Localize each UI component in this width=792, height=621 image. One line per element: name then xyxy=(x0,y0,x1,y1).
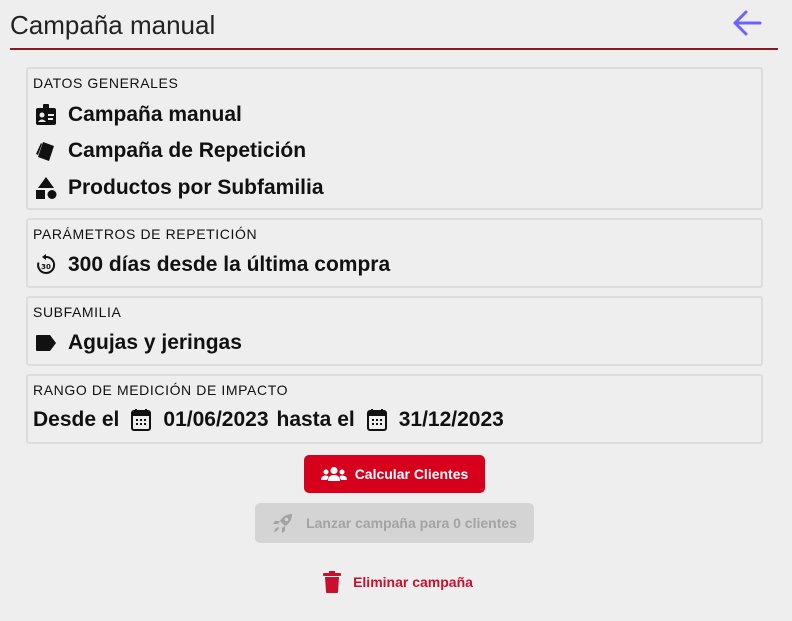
calcular-clientes-label: Calcular Clientes xyxy=(354,466,469,482)
eliminar-campana-label: Eliminar campaña xyxy=(353,574,473,590)
desde-date: 01/06/2023 xyxy=(163,408,269,431)
lanzar-campana-label: Lanzar campaña para 0 clientes xyxy=(306,515,517,531)
card-title: RANGO DE MEDICIÓN DE IMPACTO xyxy=(33,382,289,398)
lanzar-campana-button[interactable]: Lanzar campaña para 0 clientes xyxy=(255,503,534,543)
date-range-row: Desde el 01/06/2023 hasta el 31/12/2023 xyxy=(33,407,504,433)
eliminar-campana-button[interactable]: Eliminar campaña xyxy=(318,568,478,596)
products-row: Productos por Subfamilia xyxy=(34,175,324,201)
calendar-icon xyxy=(130,409,152,431)
campaign-type-row: Campaña de Repetición xyxy=(34,138,306,164)
card-title: SUBFAMILIA xyxy=(33,304,122,320)
subfamilia-row: Agujas y jeringas xyxy=(34,330,242,356)
page-title: Campaña manual xyxy=(10,10,216,40)
parametros-card: PARÁMETROS DE REPETICIÓN 30 300 días des… xyxy=(26,218,763,288)
calendar-icon xyxy=(366,409,388,431)
users-icon xyxy=(320,466,347,482)
products-label: Productos por Subfamilia xyxy=(68,176,324,199)
svg-text:30: 30 xyxy=(41,263,51,271)
arrow-left-icon xyxy=(732,10,762,41)
replay-30-icon: 30 xyxy=(34,253,58,277)
datos-generales-card: DATOS GENERALES Campaña manual Campaña d… xyxy=(26,67,763,210)
hasta-date: 31/12/2023 xyxy=(398,408,504,431)
repetition-row: 30 300 días desde la última compra xyxy=(34,252,390,278)
card-title: PARÁMETROS DE REPETICIÓN xyxy=(33,226,258,242)
hasta-label: hasta el xyxy=(276,408,355,431)
page-header: Campaña manual xyxy=(10,0,778,50)
rango-card: RANGO DE MEDICIÓN DE IMPACTO Desde el 01… xyxy=(26,374,763,444)
id-badge-icon xyxy=(34,103,58,127)
repetition-label: 300 días desde la última compra xyxy=(68,253,391,276)
campaign-type-label: Campaña de Repetición xyxy=(68,139,307,162)
rocket-icon xyxy=(272,512,294,534)
campaign-name-row: Campaña manual xyxy=(34,102,242,128)
calcular-clientes-button[interactable]: Calcular Clientes xyxy=(304,455,485,493)
card-title: DATOS GENERALES xyxy=(33,75,179,91)
trash-icon xyxy=(323,571,342,593)
shapes-icon xyxy=(34,176,58,200)
back-button[interactable] xyxy=(730,10,764,40)
campaign-name-label: Campaña manual xyxy=(68,103,242,126)
tags-icon xyxy=(34,139,58,163)
subfamilia-card: SUBFAMILIA Agujas y jeringas xyxy=(26,296,763,366)
label-tag-icon xyxy=(34,331,58,355)
subfamilia-label: Agujas y jeringas xyxy=(68,331,242,354)
desde-label: Desde el xyxy=(33,408,120,431)
